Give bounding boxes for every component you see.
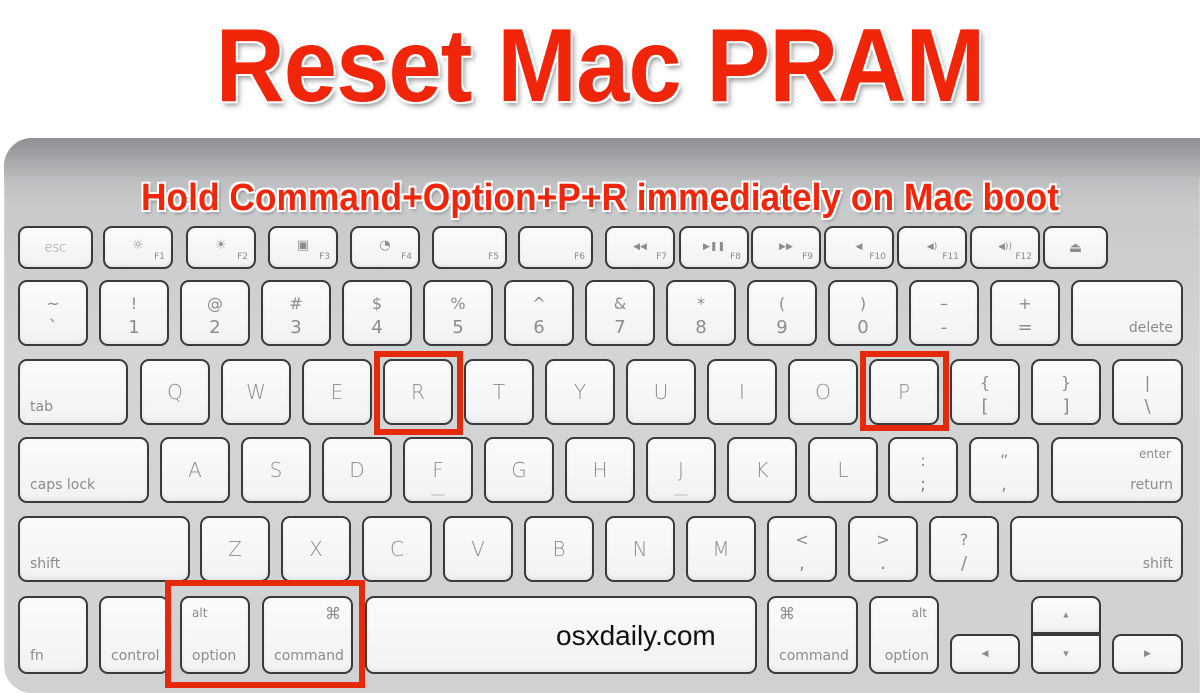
key-f7[interactable]: ◀◀ F7: [605, 226, 675, 269]
arrow-up-icon: ▲: [1061, 610, 1071, 621]
key-f1[interactable]: ☼ F1: [103, 226, 173, 269]
key-option-right[interactable]: alt option: [869, 596, 939, 674]
key-f10[interactable]: ◀ F10: [824, 226, 894, 269]
key-letter[interactable]: T: [464, 359, 534, 425]
key-letter[interactable]: D: [322, 437, 392, 503]
key-letter[interactable]: J: [646, 437, 716, 503]
watermark: osxdaily.com: [556, 620, 716, 651]
key-f9[interactable]: ▶▶ F9: [751, 226, 821, 269]
key-tab[interactable]: tab: [18, 359, 128, 425]
mute-icon: ◀: [855, 242, 863, 252]
key-letter[interactable]: E: [302, 359, 372, 425]
key-control[interactable]: control: [99, 596, 169, 674]
key-letter[interactable]: C: [362, 516, 432, 582]
key-number-row[interactable]: % 5: [423, 280, 493, 346]
key-shift-left[interactable]: shift: [18, 516, 190, 582]
key-return[interactable]: enter return: [1051, 437, 1183, 503]
key-letter[interactable]: Q: [140, 359, 210, 425]
key-number-row[interactable]: ^ 6: [504, 280, 574, 346]
arrow-down-icon: ▼: [1061, 649, 1071, 660]
key-letter[interactable]: F: [403, 437, 473, 503]
highlight-r-key: [374, 351, 463, 435]
key-fn[interactable]: fn: [18, 596, 88, 674]
play-pause-icon: ▶❚❚: [702, 242, 725, 252]
key-letter[interactable]: I: [707, 359, 777, 425]
key-letter[interactable]: H: [565, 437, 635, 503]
key-delete[interactable]: delete: [1071, 280, 1183, 346]
key-letter[interactable]: B: [524, 516, 594, 582]
key-bracket-close[interactable]: } ]: [1031, 359, 1101, 425]
key-backslash[interactable]: | \: [1112, 359, 1183, 425]
key-number-row[interactable]: & 7: [585, 280, 655, 346]
highlight-p-key: [860, 351, 949, 431]
key-comma[interactable]: < ,: [767, 516, 837, 582]
key-number-row[interactable]: # 3: [261, 280, 331, 346]
key-f2[interactable]: ☀ F2: [186, 226, 256, 269]
key-shift-right[interactable]: shift: [1010, 516, 1183, 582]
key-f4[interactable]: ◔ F4: [350, 226, 420, 269]
key-semicolon[interactable]: : ;: [888, 437, 958, 503]
rewind-icon: ◀◀: [633, 242, 647, 252]
highlight-option-command-keys: [165, 580, 365, 688]
subtitle: Hold Command+Option+P+R immediately on M…: [141, 177, 1059, 219]
page-title: Reset Mac PRAM: [215, 8, 986, 124]
expose-icon: ▣: [296, 238, 310, 253]
key-eject[interactable]: ⏏: [1043, 226, 1108, 269]
key-arrow-right[interactable]: ▶: [1112, 634, 1183, 674]
eject-icon: ⏏: [1068, 239, 1083, 256]
key-slash[interactable]: ? /: [929, 516, 999, 582]
key-arrow-up[interactable]: ▲: [1031, 596, 1101, 634]
key-letter[interactable]: W: [221, 359, 291, 425]
volume-down-icon: ◀): [926, 242, 938, 252]
key-letter[interactable]: M: [686, 516, 756, 582]
key-number-row[interactable]: @ 2: [180, 280, 250, 346]
key-letter[interactable]: S: [241, 437, 311, 503]
key-letter[interactable]: O: [788, 359, 858, 425]
key-number-row[interactable]: * 8: [666, 280, 736, 346]
key-number-row[interactable]: ! 1: [99, 280, 169, 346]
key-number-row[interactable]: – -: [909, 280, 979, 346]
key-number-row[interactable]: ~ `: [18, 280, 88, 346]
key-letter[interactable]: L: [808, 437, 878, 503]
arrow-right-icon: ▶: [1144, 649, 1151, 659]
key-number-row[interactable]: + =: [990, 280, 1060, 346]
command-icon: ⌘: [779, 604, 795, 623]
keyboard-top-edge: [4, 138, 1200, 178]
key-letter[interactable]: V: [443, 516, 513, 582]
key-f12[interactable]: ◀)) F12: [970, 226, 1040, 269]
key-quote[interactable]: ” ,: [969, 437, 1039, 503]
key-command-right[interactable]: ⌘ command: [767, 596, 858, 674]
key-letter[interactable]: K: [727, 437, 797, 503]
key-period[interactable]: > .: [848, 516, 918, 582]
dashboard-icon: ◔: [379, 238, 391, 253]
key-number-row[interactable]: $ 4: [342, 280, 412, 346]
fast-forward-icon: ▶▶: [779, 242, 793, 252]
key-f3[interactable]: ▣ F3: [268, 226, 338, 269]
key-f5[interactable]: F5: [432, 226, 507, 269]
key-f11[interactable]: ◀) F11: [897, 226, 967, 269]
key-letter[interactable]: G: [484, 437, 554, 503]
key-caps-lock[interactable]: caps lock: [18, 437, 149, 503]
key-f8[interactable]: ▶❚❚ F8: [679, 226, 749, 269]
brightness-up-icon: ☀: [215, 238, 227, 253]
key-letter[interactable]: A: [160, 437, 230, 503]
key-letter[interactable]: X: [281, 516, 351, 582]
key-number-row[interactable]: ( 9: [747, 280, 817, 346]
home-bump: [674, 494, 688, 496]
key-number-row[interactable]: ) 0: [828, 280, 898, 346]
brightness-down-icon: ☼: [132, 238, 144, 253]
key-letter[interactable]: U: [626, 359, 696, 425]
key-bracket-open[interactable]: { [: [950, 359, 1020, 425]
key-f6[interactable]: F6: [518, 226, 593, 269]
key-arrow-down[interactable]: ▼: [1031, 634, 1101, 674]
key-letter[interactable]: Y: [545, 359, 615, 425]
key-arrow-left[interactable]: ◀: [950, 634, 1020, 674]
home-bump: [431, 494, 445, 496]
key-esc[interactable]: esc: [18, 226, 93, 269]
key-letter[interactable]: N: [605, 516, 675, 582]
key-letter[interactable]: Z: [200, 516, 270, 582]
arrow-left-icon: ◀: [981, 649, 989, 659]
volume-up-icon: ◀)): [998, 242, 1012, 252]
